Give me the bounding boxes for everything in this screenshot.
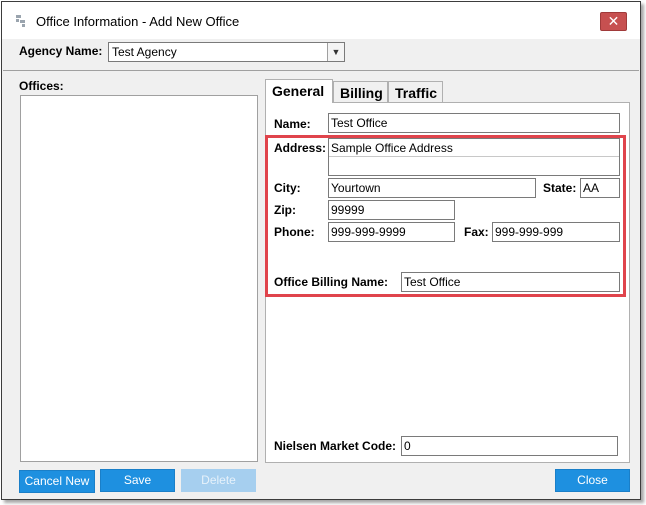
save-button[interactable]: Save	[100, 469, 175, 492]
agency-name-select[interactable]: Test Agency ▼	[108, 42, 345, 62]
offices-label: Offices:	[19, 79, 64, 93]
tab-general[interactable]: General	[265, 79, 333, 103]
phone-label: Phone:	[274, 225, 315, 239]
app-icon	[16, 15, 25, 27]
state-field[interactable]: AA	[580, 178, 620, 198]
offices-list[interactable]	[20, 95, 258, 462]
nielsen-market-code-label: Nielsen Market Code:	[274, 439, 397, 453]
city-label: City:	[274, 181, 301, 195]
chevron-down-icon[interactable]: ▼	[327, 43, 344, 61]
city-field[interactable]: Yourtown	[328, 178, 536, 198]
divider	[3, 70, 639, 71]
office-information-window: Office Information - Add New Office ✕ Ag…	[1, 1, 641, 500]
title-bar: Office Information - Add New Office ✕	[2, 2, 640, 39]
name-label: Name:	[274, 117, 311, 131]
fax-label: Fax:	[464, 225, 489, 239]
agency-name-label: Agency Name:	[19, 44, 103, 58]
address-label: Address:	[274, 141, 327, 155]
zip-field[interactable]: 99999	[328, 200, 455, 220]
tab-billing[interactable]: Billing	[333, 81, 388, 103]
state-label: State:	[543, 181, 577, 195]
tab-traffic[interactable]: Traffic	[388, 81, 443, 103]
address-line-separator	[329, 156, 619, 157]
office-billing-name-field[interactable]: Test Office	[401, 272, 620, 292]
name-field[interactable]: Test Office	[328, 113, 620, 133]
zip-label: Zip:	[274, 203, 296, 217]
close-button[interactable]: Close	[555, 469, 630, 492]
nielsen-market-code-field[interactable]: 0	[401, 436, 618, 456]
office-billing-name-label: Office Billing Name:	[274, 275, 389, 289]
address-line-1: Sample Office Address	[331, 141, 453, 155]
cancel-new-button[interactable]: Cancel New	[19, 470, 95, 493]
agency-name-value: Test Agency	[112, 45, 177, 59]
fax-field[interactable]: 999-999-999	[492, 222, 620, 242]
phone-field[interactable]: 999-999-9999	[328, 222, 455, 242]
window-close-button[interactable]: ✕	[600, 12, 627, 31]
window-title: Office Information - Add New Office	[36, 14, 240, 29]
address-field[interactable]: Sample Office Address	[328, 138, 620, 176]
close-icon: ✕	[607, 13, 620, 29]
delete-button[interactable]: Delete	[181, 469, 256, 492]
